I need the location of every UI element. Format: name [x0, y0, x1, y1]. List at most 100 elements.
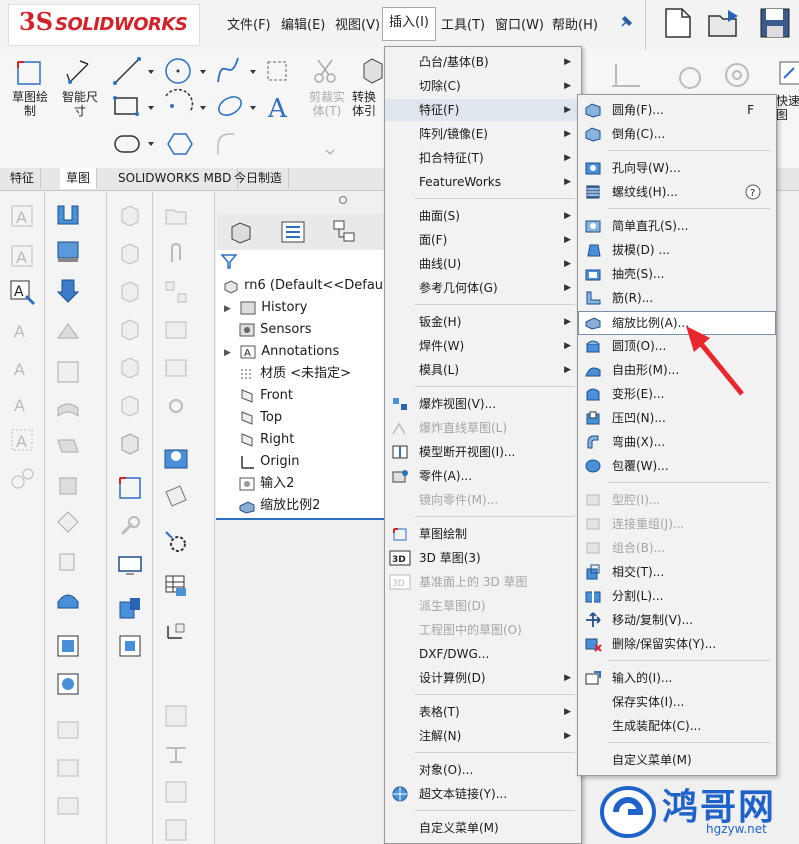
corner-relief-icon[interactable]: [54, 508, 82, 536]
assembly-icon[interactable]: [162, 278, 190, 306]
menu-item-draft[interactable]: 拔模(D) ...: [578, 239, 776, 261]
extrude-icon[interactable]: [116, 594, 144, 622]
cube-icon[interactable]: [116, 202, 144, 230]
tree-item-right-plane[interactable]: Right: [238, 430, 294, 450]
property-manager-tab-icon[interactable]: [278, 217, 308, 247]
drawing-icon[interactable]: [162, 354, 190, 382]
miter-flange-icon[interactable]: [54, 276, 82, 304]
tree-root[interactable]: rn6 (Default<<Default>_: [222, 276, 409, 296]
menu-item-face[interactable]: 面(F) ▶: [385, 229, 581, 251]
menu-item-boss-base[interactable]: 凸台/基体(B) ▶: [385, 51, 581, 73]
menu-item-annotations[interactable]: 注解(N) ▶: [385, 725, 581, 747]
menu-item-shell[interactable]: 抽壳(S)...: [578, 263, 776, 285]
menu-item-delete-keep-body[interactable]: 删除/保留实体(Y)...: [578, 633, 776, 655]
paperclip-icon[interactable]: [162, 240, 190, 268]
menu-item-featureworks[interactable]: FeatureWorks ▶: [385, 171, 581, 193]
menu-item-sketch-from-drawing[interactable]: 工程图中的草图(O): [385, 619, 581, 641]
save-icon[interactable]: [756, 6, 794, 40]
rip-icon[interactable]: [54, 792, 82, 820]
menu-item-curve[interactable]: 曲线(U) ▶: [385, 253, 581, 275]
tab-features[interactable]: 特征: [4, 168, 42, 189]
panel-handle[interactable]: [339, 196, 347, 204]
menu-file[interactable]: 文件(F): [227, 14, 271, 33]
menu-item-fillet[interactable]: 圆角(F)... F: [578, 99, 776, 121]
menu-item-hole-wizard[interactable]: 孔向导(W)...: [578, 157, 776, 179]
note-icon[interactable]: A: [8, 202, 36, 230]
jog-icon[interactable]: [54, 358, 82, 386]
settings-gear-icon[interactable]: [162, 528, 190, 556]
tree-item-scale[interactable]: 缩放比例2: [238, 496, 320, 516]
pin-icon[interactable]: [618, 14, 634, 30]
menu-item-design-study[interactable]: 设计算例(D) ▶: [385, 667, 581, 689]
help-icon[interactable]: ?: [744, 184, 762, 200]
tree-item-annotations[interactable]: ▶ A Annotations: [224, 342, 339, 362]
table-icon[interactable]: [162, 572, 190, 600]
tree-item-material[interactable]: 材质 <未指定>: [238, 364, 351, 384]
tree-item-top-plane[interactable]: Top: [238, 408, 282, 428]
trim-extend-icon[interactable]: [162, 778, 190, 806]
menu-item-features[interactable]: 特征(F) ▶: [385, 99, 581, 121]
feature-manager-tab-icon[interactable]: [226, 217, 256, 247]
menu-item-surface[interactable]: 曲面(S) ▶: [385, 205, 581, 227]
coordinate-system-icon[interactable]: [162, 618, 190, 646]
convert-entities-label[interactable]: 转换 体引: [352, 90, 388, 118]
menu-item-part[interactable]: 零件(A)...: [385, 465, 581, 487]
menu-item-fastening-feature[interactable]: 扣合特征(T) ▶: [385, 147, 581, 169]
menu-item-indent[interactable]: 压凹(N)...: [578, 407, 776, 429]
hole-callout-icon[interactable]: [8, 464, 36, 492]
menu-insert[interactable]: 插入(I): [382, 7, 436, 41]
geometric-tolerance-icon[interactable]: A: [8, 390, 36, 418]
gear-icon[interactable]: [162, 392, 190, 420]
menu-item-combine[interactable]: 组合(B)...: [578, 537, 776, 559]
menu-item-dxf-dwg[interactable]: DXF/DWG...: [385, 643, 581, 665]
configuration-manager-tab-icon[interactable]: [330, 217, 360, 247]
rollback-bar[interactable]: [216, 518, 384, 520]
menu-item-mirror-part[interactable]: 镜向零件(M)...: [385, 489, 581, 511]
quick-snap-label[interactable]: 快速 图: [776, 94, 799, 122]
sketch-icon[interactable]: [116, 474, 144, 502]
tree-item-sensors[interactable]: Sensors: [238, 320, 311, 340]
menu-item-intersect[interactable]: 相交(T)...: [578, 561, 776, 583]
tab-sketch[interactable]: 草图: [60, 168, 98, 189]
auto-balloon-icon[interactable]: A: [8, 278, 36, 306]
mold-tool-icon[interactable]: [116, 632, 144, 660]
weld-symbol-icon[interactable]: A: [8, 354, 36, 382]
sketched-bend-icon[interactable]: [54, 396, 82, 424]
surface-finish-icon[interactable]: A: [8, 316, 36, 344]
menu-item-reference-geometry[interactable]: 参考几何体(G) ▶: [385, 277, 581, 299]
forming-tool-icon[interactable]: [54, 548, 82, 576]
folder-icon[interactable]: [162, 202, 190, 230]
menu-item-move-copy[interactable]: 移动/复制(V)...: [578, 609, 776, 631]
menu-help[interactable]: 帮助(H): [552, 14, 598, 33]
closed-corner-icon[interactable]: [54, 472, 82, 500]
sketch-tools-group[interactable]: A: [110, 56, 310, 166]
new-document-icon[interactable]: [660, 6, 698, 40]
flatten-icon[interactable]: [54, 716, 82, 744]
tree-item-import[interactable]: 输入2: [238, 474, 294, 494]
tab-manufacturing[interactable]: 今日制造: [228, 168, 290, 189]
edit-part-icon[interactable]: [162, 316, 190, 344]
menu-item-3d-sketch-on-plane[interactable]: 3D 基准面上的 3D 草图: [385, 571, 581, 593]
cube-icon[interactable]: [116, 240, 144, 268]
menu-item-chamfer[interactable]: 倒角(C)...: [578, 123, 776, 145]
tree-item-origin[interactable]: Origin: [238, 452, 299, 472]
cube-icon[interactable]: [116, 278, 144, 306]
menu-item-save-bodies[interactable]: 保存实体(I)...: [578, 691, 776, 713]
end-cap-icon[interactable]: [162, 816, 190, 844]
cube-icon[interactable]: [116, 316, 144, 344]
tree-item-front-plane[interactable]: Front: [238, 386, 293, 406]
datum-feature-icon[interactable]: A: [8, 426, 36, 454]
menu-item-cosmetic-thread[interactable]: 螺纹线(H)... ?: [578, 181, 776, 203]
edge-flange-icon[interactable]: [54, 238, 82, 266]
menu-item-sheet-metal[interactable]: 钣金(H) ▶: [385, 311, 581, 333]
menu-item-cavity[interactable]: 型腔(I)...: [578, 489, 776, 511]
weldment-icon[interactable]: [162, 702, 190, 730]
fold-icon[interactable]: [54, 670, 82, 698]
tree-item-history[interactable]: ▶ History: [224, 298, 307, 318]
menu-item-object[interactable]: 对象(O)...: [385, 759, 581, 781]
menu-item-customize-menu[interactable]: 自定义菜单(M): [385, 817, 581, 839]
menu-item-pattern-mirror[interactable]: 阵列/镜像(E) ▶: [385, 123, 581, 145]
menu-item-split[interactable]: 分割(L)...: [578, 585, 776, 607]
menu-item-3d-sketch[interactable]: 3D 3D 草图(3): [385, 547, 581, 569]
menu-view[interactable]: 视图(V): [335, 14, 380, 33]
